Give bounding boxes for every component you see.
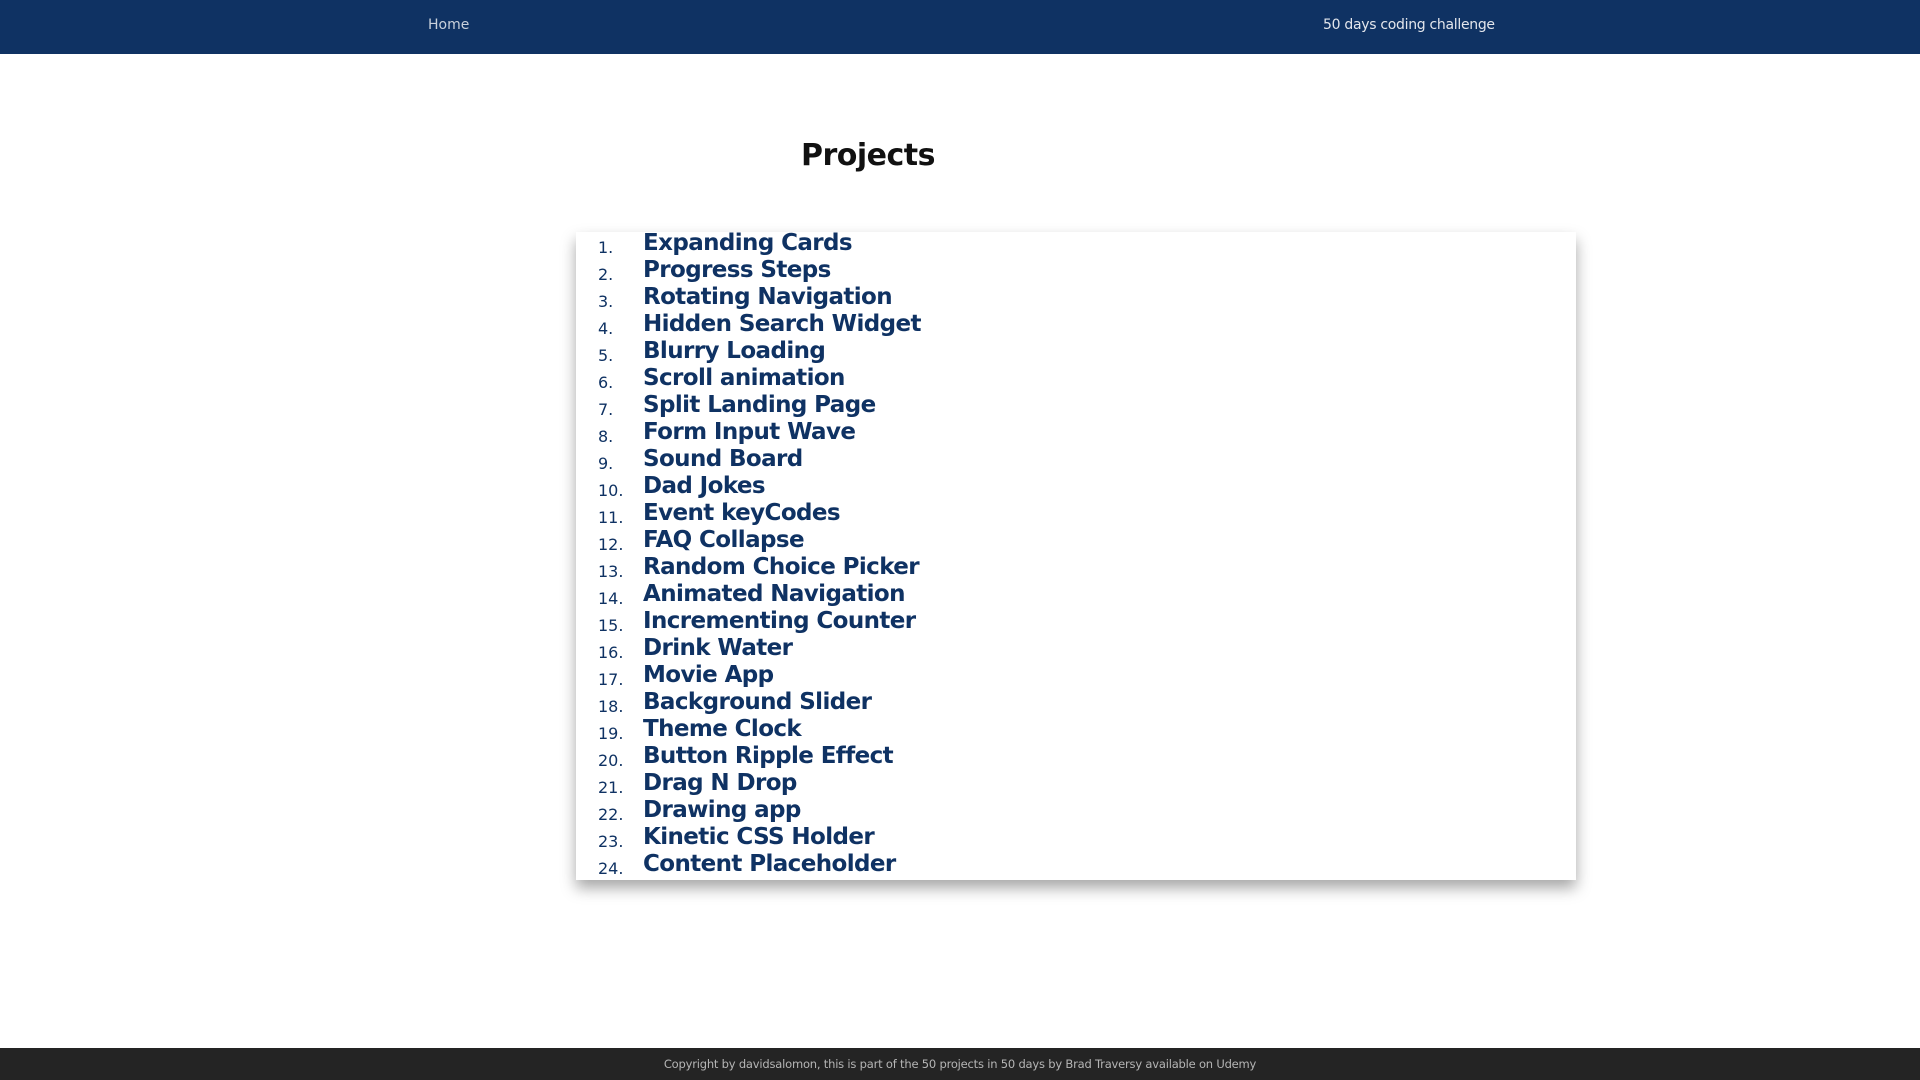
project-link[interactable]: Progress Steps xyxy=(643,257,831,284)
project-link[interactable]: Form Input Wave xyxy=(643,419,856,446)
project-number: 23. xyxy=(598,832,624,851)
project-list-item: 8. Form Input Wave xyxy=(576,419,1576,448)
footer-copyright: Copyright by davidsalomon, this is part … xyxy=(663,1057,1257,1071)
project-list-item: 3. Rotating Navigation xyxy=(576,284,1576,313)
project-number: 5. xyxy=(598,346,614,365)
project-list-item: 24. Content Placeholder xyxy=(576,851,1576,880)
project-link[interactable]: Sound Board xyxy=(643,446,803,473)
project-list-item: 23. Kinetic CSS Holder xyxy=(576,824,1576,853)
project-number: 20. xyxy=(598,751,624,770)
project-number: 2. xyxy=(598,265,614,284)
project-list-item: 11. Event keyCodes xyxy=(576,500,1576,529)
project-link[interactable]: Kinetic CSS Holder xyxy=(643,824,875,851)
project-list-item: 4. Hidden Search Widget xyxy=(576,311,1576,340)
project-link[interactable]: Event keyCodes xyxy=(643,500,841,527)
project-list-item: 10. Dad Jokes xyxy=(576,473,1576,502)
project-link[interactable]: Animated Navigation xyxy=(643,581,906,608)
project-list-item: 1. Expanding Cards xyxy=(576,230,1576,259)
project-list-item: 21. Drag N Drop xyxy=(576,770,1576,799)
project-number: 12. xyxy=(598,535,624,554)
project-link[interactable]: Drawing app xyxy=(643,797,801,824)
project-link[interactable]: Drink Water xyxy=(643,635,793,662)
project-list: 1. Expanding Cards 2. Progress Steps 3. Rotat… xyxy=(576,230,1576,880)
project-link[interactable]: Expanding Cards xyxy=(643,230,853,257)
project-link[interactable]: Scroll animation xyxy=(643,365,845,392)
project-number: 1. xyxy=(598,238,614,257)
project-link[interactable]: Movie App xyxy=(643,662,774,689)
project-number: 10. xyxy=(598,481,624,500)
project-number: 14. xyxy=(598,589,624,608)
project-list-item: 16. Drink Water xyxy=(576,635,1576,664)
project-number: 18. xyxy=(598,697,624,716)
project-number: 11. xyxy=(598,508,624,527)
project-number: 9. xyxy=(598,454,614,473)
project-list-item: 9. Sound Board xyxy=(576,446,1576,475)
project-list-item: 2. Progress Steps xyxy=(576,257,1576,286)
project-number: 19. xyxy=(598,724,624,743)
project-list-item: 13. Random Choice Picker xyxy=(576,554,1576,583)
project-list-item: 18. Background Slider xyxy=(576,689,1576,718)
project-list-item: 17. Movie App xyxy=(576,662,1576,691)
project-number: 15. xyxy=(598,616,624,635)
project-link[interactable]: FAQ Collapse xyxy=(643,527,805,554)
project-number: 22. xyxy=(598,805,624,824)
project-number: 4. xyxy=(598,319,614,338)
project-number: 21. xyxy=(598,778,624,797)
project-list-item: 22. Drawing app xyxy=(576,797,1576,826)
project-list-item: 14. Animated Navigation xyxy=(576,581,1576,610)
project-link[interactable]: Blurry Loading xyxy=(643,338,826,365)
site-title: 50 days coding challenge xyxy=(1323,17,1495,33)
project-link[interactable]: Random Choice Picker xyxy=(643,554,920,581)
project-list-item: 7. Split Landing Page xyxy=(576,392,1576,421)
nav-home-link[interactable]: Home xyxy=(428,17,469,33)
project-link[interactable]: Button Ripple Effect xyxy=(643,743,894,770)
project-number: 24. xyxy=(598,859,624,878)
project-number: 6. xyxy=(598,373,614,392)
projects-card: 1. Expanding Cards 2. Progress Steps 3. Rotat… xyxy=(576,230,1576,880)
page-title: Projects xyxy=(801,138,936,173)
project-number: 17. xyxy=(598,670,624,689)
project-link[interactable]: Background Slider xyxy=(643,689,872,716)
project-link[interactable]: Dad Jokes xyxy=(643,473,766,500)
project-number: 3. xyxy=(598,292,614,311)
project-list-item: 12. FAQ Collapse xyxy=(576,527,1576,556)
project-link[interactable]: Rotating Navigation xyxy=(643,284,893,311)
project-list-item: 6. Scroll animation xyxy=(576,365,1576,394)
project-link[interactable]: Incrementing Counter xyxy=(643,608,916,635)
navbar: Home 50 days coding challenge xyxy=(0,0,1920,54)
project-number: 13. xyxy=(598,562,624,581)
project-link[interactable]: Content Placeholder xyxy=(643,851,896,878)
project-link[interactable]: Split Landing Page xyxy=(643,392,876,419)
project-list-item: 15. Incrementing Counter xyxy=(576,608,1576,637)
project-number: 7. xyxy=(598,400,614,419)
project-link[interactable]: Theme Clock xyxy=(643,716,802,743)
project-link[interactable]: Drag N Drop xyxy=(643,770,797,797)
project-list-item: 20. Button Ripple Effect xyxy=(576,743,1576,772)
project-number: 8. xyxy=(598,427,614,446)
project-number: 16. xyxy=(598,643,624,662)
project-list-item: 19. Theme Clock xyxy=(576,716,1576,745)
project-link[interactable]: Hidden Search Widget xyxy=(643,311,921,338)
project-list-item: 5. Blurry Loading xyxy=(576,338,1576,367)
footer: Copyright by davidsalomon, this is part … xyxy=(0,1048,1920,1080)
